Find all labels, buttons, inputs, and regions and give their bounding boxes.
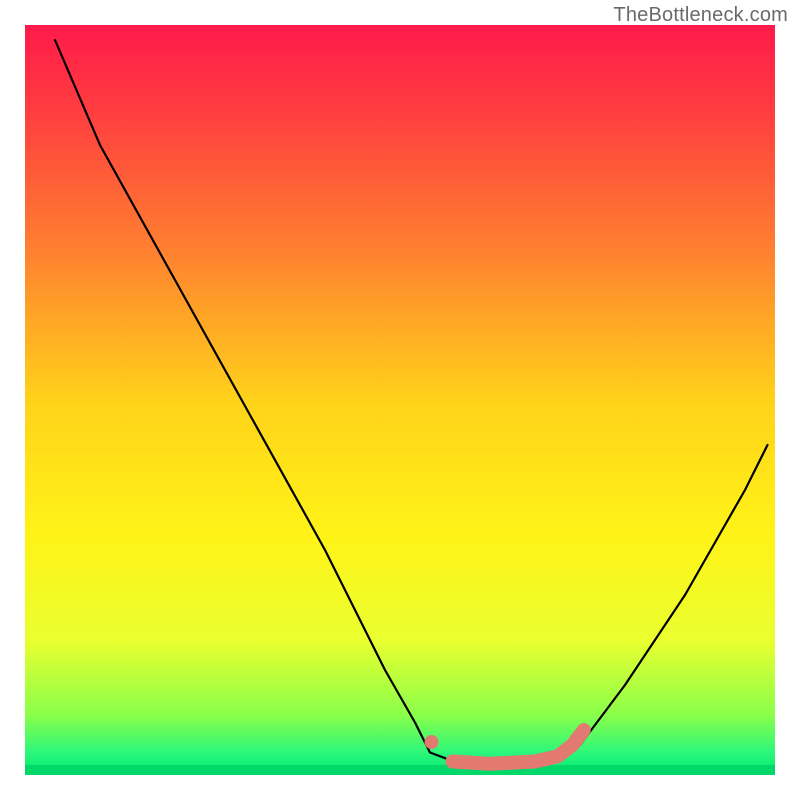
chart-baseline-strip <box>25 765 775 775</box>
attribution-label: TheBottleneck.com <box>613 4 788 27</box>
bottleneck-chart: TheBottleneck.com <box>0 0 800 800</box>
chart-svg <box>0 0 800 800</box>
chart-background <box>25 25 775 775</box>
highlight-dot <box>425 735 439 749</box>
